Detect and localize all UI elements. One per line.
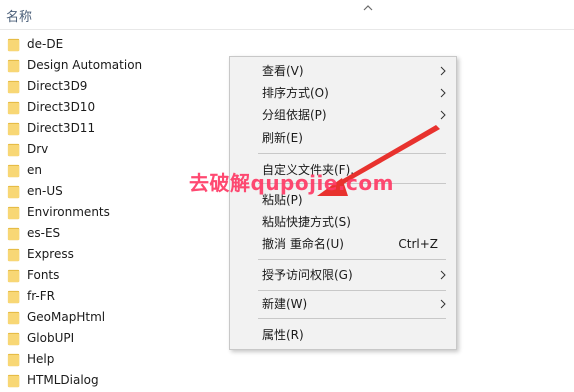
menu-item-label: 撤消 重命名(U) — [262, 237, 344, 251]
folder-icon — [7, 80, 20, 94]
menu-separator — [258, 318, 446, 319]
folder-icon — [7, 206, 20, 220]
file-name: GlobUPI — [27, 331, 75, 345]
watermark-text: 去破解qupojie.com — [189, 171, 394, 195]
chevron-up-icon[interactable] — [362, 2, 374, 14]
list-item[interactable]: Environments — [0, 202, 228, 223]
file-name: en — [27, 163, 42, 177]
folder-icon — [7, 374, 20, 388]
menu-item-view[interactable]: 查看(V) — [230, 61, 456, 81]
header-divider — [0, 29, 574, 30]
menu-item-label: 分组依据(P) — [262, 108, 327, 122]
list-item[interactable]: Express — [0, 244, 228, 265]
list-item[interactable]: Direct3D9 — [0, 76, 228, 97]
menu-item-refresh[interactable]: 刷新(E) — [230, 128, 456, 148]
menu-item-label: 授予访问权限(G) — [262, 268, 353, 282]
menu-separator — [258, 290, 446, 291]
folder-icon — [7, 101, 20, 115]
file-name: Drv — [27, 142, 49, 156]
list-item[interactable]: Direct3D10 — [0, 97, 228, 118]
menu-separator — [258, 259, 446, 260]
menu-item-undo-rename[interactable]: 撤消 重命名(U) Ctrl+Z — [230, 234, 456, 254]
file-name: HTMLDialog — [27, 373, 99, 387]
file-name: fr-FR — [27, 289, 55, 303]
file-name: GeoMapHtml — [27, 310, 106, 324]
menu-item-group-by[interactable]: 分组依据(P) — [230, 105, 456, 125]
menu-item-give-access[interactable]: 授予访问权限(G) — [230, 265, 456, 285]
menu-item-label: 新建(W) — [262, 297, 308, 311]
folder-icon — [7, 122, 20, 136]
folder-icon — [7, 59, 20, 73]
list-item[interactable]: Drv — [0, 139, 228, 160]
menu-item-label: 刷新(E) — [262, 131, 303, 145]
chevron-right-icon — [440, 88, 446, 98]
menu-item-label: 粘贴快捷方式(S) — [262, 215, 351, 229]
file-name: en-US — [27, 184, 63, 198]
list-item[interactable]: Help — [0, 349, 228, 370]
folder-icon — [7, 248, 20, 262]
list-item[interactable]: Direct3D11 — [0, 118, 228, 139]
chevron-right-icon — [440, 299, 446, 309]
folder-icon — [7, 143, 20, 157]
file-name: Fonts — [27, 268, 60, 282]
folder-icon — [7, 311, 20, 325]
file-name: Direct3D11 — [27, 121, 96, 135]
folder-icon — [7, 185, 20, 199]
file-name: Direct3D9 — [27, 79, 88, 93]
file-list: de-DE Design Automation Direct3D9 Direct… — [0, 34, 228, 391]
file-name: Express — [27, 247, 74, 261]
menu-item-shortcut: Ctrl+Z — [398, 237, 438, 251]
folder-icon — [7, 353, 20, 367]
folder-icon — [7, 38, 20, 52]
file-name: de-DE — [27, 37, 64, 51]
folder-icon — [7, 332, 20, 346]
chevron-right-icon — [440, 270, 446, 280]
menu-item-label: 排序方式(O) — [262, 86, 329, 100]
list-item[interactable]: HTMLDialog — [0, 370, 228, 391]
file-name: Help — [27, 352, 55, 366]
list-item[interactable]: Design Automation — [0, 55, 228, 76]
list-item[interactable]: Fonts — [0, 265, 228, 286]
menu-separator — [258, 153, 446, 154]
folder-icon — [7, 269, 20, 283]
menu-item-new[interactable]: 新建(W) — [230, 294, 456, 314]
list-item[interactable]: de-DE — [0, 34, 228, 55]
menu-item-paste-shortcut[interactable]: 粘贴快捷方式(S) — [230, 212, 456, 232]
menu-item-properties[interactable]: 属性(R) — [230, 325, 456, 345]
list-item[interactable]: GlobUPI — [0, 328, 228, 349]
column-header-row: 名称 — [0, 0, 574, 30]
explorer-window: 名称 de-DE Design Automation Direct3D9 Dir… — [0, 0, 574, 392]
context-menu: 查看(V) 排序方式(O) 分组依据(P) 刷新(E) 自定义文件夹(F)... — [229, 56, 457, 350]
list-item[interactable]: GeoMapHtml — [0, 307, 228, 328]
menu-item-label: 属性(R) — [262, 328, 304, 342]
menu-item-label: 查看(V) — [262, 64, 304, 78]
chevron-right-icon — [440, 66, 446, 76]
folder-icon — [7, 164, 20, 178]
file-name: Design Automation — [27, 58, 143, 72]
file-name: es-ES — [27, 226, 61, 240]
folder-icon — [7, 227, 20, 241]
list-item[interactable]: fr-FR — [0, 286, 228, 307]
list-item[interactable]: es-ES — [0, 223, 228, 244]
menu-item-sort-by[interactable]: 排序方式(O) — [230, 83, 456, 103]
file-name: Environments — [27, 205, 110, 219]
file-name: Direct3D10 — [27, 100, 96, 114]
name-column-header[interactable]: 名称 — [6, 10, 32, 26]
folder-icon — [7, 290, 20, 304]
chevron-right-icon — [440, 110, 446, 120]
